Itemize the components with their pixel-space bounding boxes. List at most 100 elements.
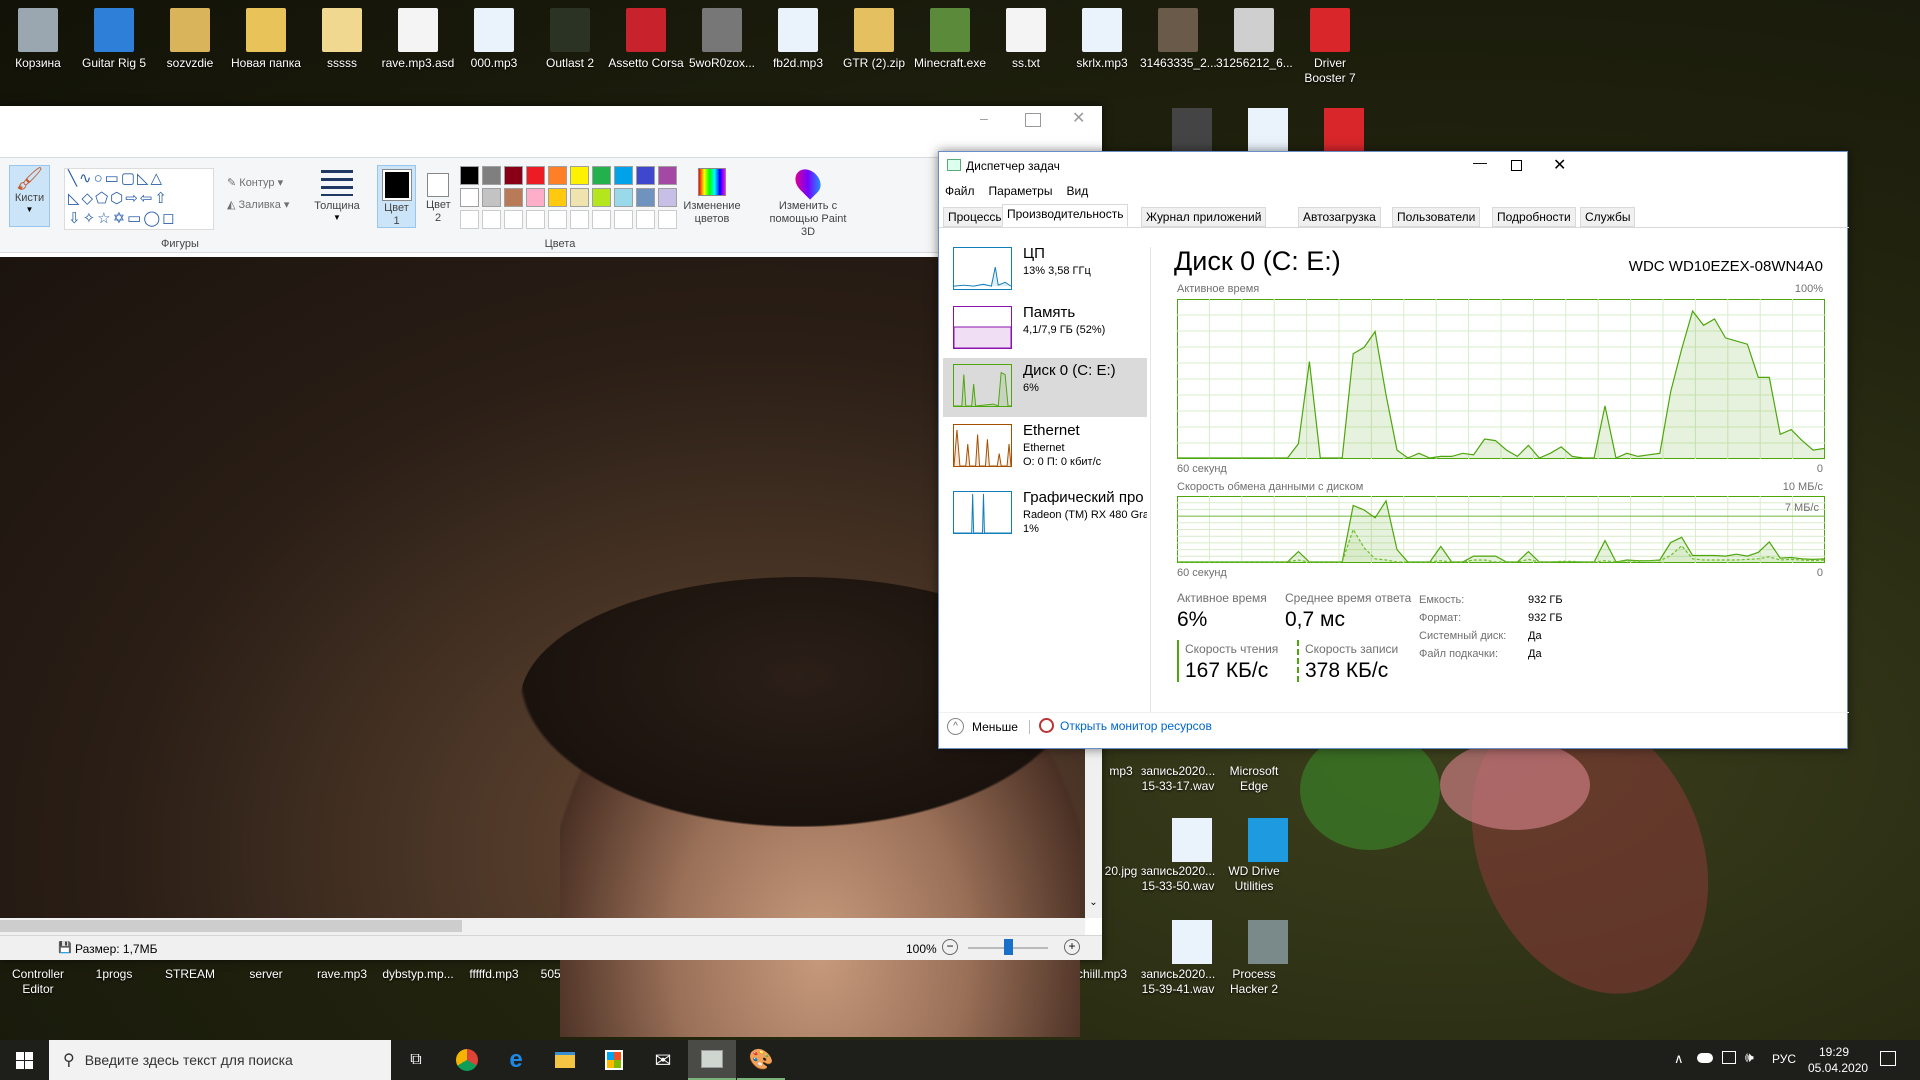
menu-item[interactable]: Параметры (989, 184, 1053, 198)
volume-icon[interactable]: 🕪 (1745, 1049, 1754, 1066)
zoom-out-button[interactable]: − (942, 939, 958, 955)
palette-swatch[interactable] (526, 166, 545, 185)
color1-button[interactable]: Цвет 1 (377, 165, 416, 228)
maximize-button[interactable] (1025, 113, 1041, 127)
desktop-icon[interactable]: sozvzdie (152, 8, 228, 71)
tab[interactable]: Автозагрузка (1298, 207, 1381, 227)
palette-swatch[interactable] (614, 166, 633, 185)
palette-swatch[interactable] (460, 166, 479, 185)
network-icon[interactable] (1722, 1051, 1736, 1064)
desktop-icon[interactable]: WD Drive Utilities (1216, 864, 1292, 894)
start-button[interactable] (0, 1040, 48, 1080)
palette-swatch[interactable] (548, 210, 567, 229)
desktop-icon[interactable]: Minecraft.exe (912, 8, 988, 71)
palette-swatch[interactable] (570, 210, 589, 229)
palette-swatch[interactable] (526, 210, 545, 229)
palette-swatch[interactable] (504, 188, 523, 207)
desktop-icon[interactable]: sssss (304, 8, 380, 71)
palette-swatch[interactable] (482, 188, 501, 207)
paint-taskbar-button[interactable]: 🎨 (737, 1040, 785, 1080)
menu-item[interactable]: Файл (945, 184, 975, 198)
desktop-icon[interactable]: Process Hacker 2 (1216, 967, 1292, 997)
palette-swatch[interactable] (460, 210, 479, 229)
desktop-icon[interactable]: 1progs (76, 967, 152, 982)
palette-swatch[interactable] (570, 166, 589, 185)
clock[interactable]: 19:29 05.04.2020 (1808, 1044, 1868, 1076)
desktop-icon[interactable]: mp3 (1102, 764, 1140, 779)
language-indicator[interactable]: РУС (1772, 1052, 1796, 1066)
desktop-icon[interactable]: 000.mp3 (456, 8, 532, 71)
open-resource-monitor-link[interactable]: Открыть монитор ресурсов (1039, 718, 1212, 733)
close-button[interactable]: ✕ (1553, 155, 1566, 175)
palette-swatch[interactable] (614, 188, 633, 207)
onedrive-icon[interactable] (1697, 1053, 1713, 1063)
maximize-button[interactable] (1511, 160, 1522, 171)
tab[interactable]: Подробности (1492, 207, 1576, 227)
desktop-icon[interactable]: Guitar Rig 5 (76, 8, 152, 71)
palette-swatch[interactable] (592, 166, 611, 185)
desktop-icon[interactable]: STREAM (152, 967, 228, 982)
desktop-icon[interactable]: rave.mp3.asd (380, 8, 456, 71)
desktop-icon[interactable]: 31463335_2... (1140, 8, 1217, 71)
palette-swatch[interactable] (570, 188, 589, 207)
desktop-icon[interactable]: запись2020... 15-33-50.wav (1140, 864, 1216, 894)
sidebar-item[interactable]: Диск 0 (C: E:) 6% (943, 358, 1147, 417)
fill-button[interactable]: ◭ Заливка ▾ (227, 198, 289, 211)
notifications-icon[interactable] (1880, 1051, 1896, 1066)
menu-item[interactable]: Вид (1066, 184, 1088, 198)
edge-button[interactable]: e (492, 1040, 540, 1080)
palette-swatch[interactable] (592, 188, 611, 207)
minimize-button[interactable]: – (980, 110, 1000, 126)
tab[interactable]: Журнал приложений (1141, 207, 1267, 227)
sidebar-item[interactable]: ЦП 13% 3,58 ГГц (943, 241, 1147, 300)
palette-swatch[interactable] (636, 166, 655, 185)
palette-swatch[interactable] (460, 188, 479, 207)
palette-swatch[interactable] (526, 188, 545, 207)
desktop-icon[interactable]: Корзина (0, 8, 76, 71)
palette-swatch[interactable] (636, 210, 655, 229)
desktop-icon[interactable]: skrlx.mp3 (1064, 8, 1140, 71)
palette-swatch[interactable] (548, 166, 567, 185)
desktop-icon[interactable]: fffffd.mp3 (456, 967, 532, 982)
desktop-icon[interactable]: запись2020... 15-39-41.wav (1140, 967, 1216, 997)
sidebar-item[interactable]: Ethernet Ethernet О: 0 П: 0 кбит/с (943, 418, 1147, 477)
tab[interactable]: Службы (1580, 207, 1636, 227)
brushes-button[interactable]: 🖌 Кисти ▼ (9, 165, 50, 227)
mail-button[interactable]: ✉ (639, 1040, 687, 1080)
zoom-slider-thumb[interactable] (1004, 939, 1013, 955)
minimize-button[interactable]: — (1473, 154, 1487, 170)
scrollbar-thumb[interactable] (0, 920, 462, 932)
close-button[interactable]: ✕ (1072, 108, 1085, 128)
desktop-icon[interactable]: ss.txt (988, 8, 1064, 71)
thickness-button[interactable]: Толщина ▼ (313, 166, 361, 222)
palette-swatch[interactable] (658, 188, 677, 207)
chrome-button[interactable] (443, 1040, 491, 1080)
explorer-button[interactable] (541, 1040, 589, 1080)
palette-swatch[interactable] (548, 188, 567, 207)
tab[interactable]: Пользователи (1392, 207, 1481, 227)
zoom-in-button[interactable]: + (1064, 939, 1080, 955)
paint-canvas[interactable] (0, 257, 1085, 1037)
palette-swatch[interactable] (482, 166, 501, 185)
desktop-icon[interactable]: 5woR0zox... (684, 8, 760, 71)
horizontal-scrollbar[interactable] (0, 918, 1085, 935)
palette-swatch[interactable] (504, 166, 523, 185)
desktop-icon[interactable]: Outlast 2 (532, 8, 608, 71)
sidebar-item[interactable]: Память 4,1/7,9 ГБ (52%) (943, 300, 1147, 359)
palette-swatch[interactable] (614, 210, 633, 229)
show-hidden-icons-button[interactable]: ∧ (1674, 1051, 1684, 1067)
palette-swatch[interactable] (658, 210, 677, 229)
desktop-icon[interactable]: fb2d.mp3 (760, 8, 836, 71)
task-manager-taskbar-button[interactable] (688, 1040, 736, 1080)
sidebar-item[interactable]: Графический про Radeon (TM) RX 480 Gra 1% (943, 485, 1147, 544)
paint3d-button[interactable]: Изменить с помощью Paint 3D (752, 164, 864, 239)
desktop-icon[interactable]: запись2020... 15-33-17.wav (1140, 764, 1216, 794)
shapes-gallery[interactable]: ╲∿○▭▢◺△ ◺◇⬠⬡⇨⇦⇧ ⇩✧☆✡▭◯◻ (64, 168, 214, 230)
desktop-icon[interactable]: 31256212_6... (1216, 8, 1293, 71)
fewer-details-button[interactable]: ^ Меньше (947, 718, 1018, 735)
search-box[interactable]: ⚲ Введите здесь текст для поиска (49, 1040, 391, 1080)
outline-button[interactable]: ✎ Контур ▾ (227, 176, 283, 189)
desktop-icon[interactable]: Controller Editor (0, 967, 76, 997)
desktop-icon[interactable]: Assetto Corsa (608, 8, 684, 71)
desktop-icon[interactable]: 20.jpg (1102, 864, 1140, 879)
